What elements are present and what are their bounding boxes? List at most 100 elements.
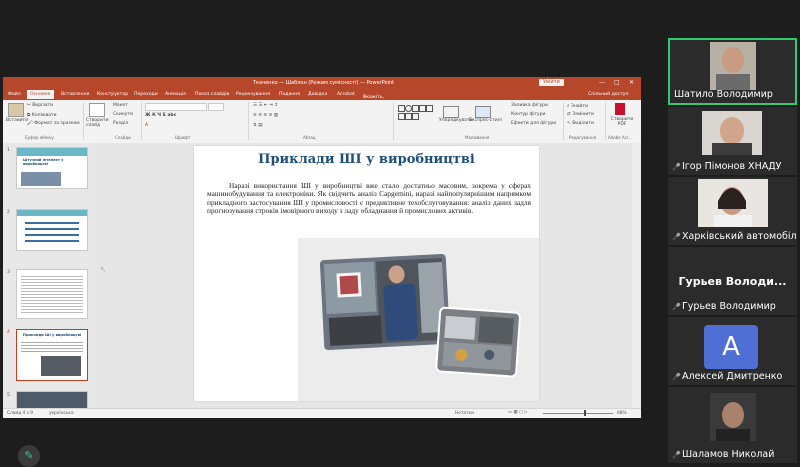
format-painter-button[interactable]: 🖌 Формат за зразком — [27, 121, 80, 126]
shape-oval-icon[interactable] — [405, 105, 412, 112]
tab-acrobat[interactable]: Acrobat — [337, 92, 355, 97]
format-painter-label: Формат за зразком — [34, 121, 80, 126]
group-slides: Слайди — [115, 135, 131, 140]
maximize-icon[interactable]: □ — [614, 79, 620, 86]
font-color-button[interactable]: A — [145, 123, 148, 128]
participant-video — [702, 111, 762, 155]
participant-tile-2[interactable]: 🎤Ігор Пімонов ХНАДУ — [668, 107, 797, 175]
reset-button[interactable]: Скинути — [113, 112, 133, 117]
text-direction-icon[interactable]: ⇅ ▤ — [253, 123, 262, 128]
thumb-line — [25, 240, 79, 242]
shape-brace-icon[interactable] — [412, 113, 419, 120]
new-slide-button[interactable]: Створити слайд — [86, 118, 109, 128]
shape-star-icon[interactable] — [398, 113, 405, 120]
layout-button[interactable]: Макет — [113, 103, 128, 108]
font-name-box[interactable] — [145, 103, 207, 111]
shape-callout-icon[interactable] — [405, 113, 412, 120]
participant-tile-4[interactable]: Гурьев Володи... 🎤Гурьев Володимир — [668, 247, 797, 315]
paste-button[interactable]: Вставити — [6, 118, 28, 123]
slide-body-text[interactable]: Наразі використання ШІ у виробництві вже… — [207, 181, 531, 215]
tab-slideshow[interactable]: Показ слайдів — [195, 92, 229, 97]
participant-name: Гурьев Володимир — [682, 301, 776, 312]
tab-view[interactable]: Подання — [279, 92, 300, 97]
sign-in-button[interactable]: Увійти — [539, 79, 564, 86]
shape-arrow-icon[interactable] — [419, 105, 426, 112]
align-icon[interactable]: ≡ ≡ ≡ ≡ ▥ — [253, 113, 278, 118]
close-icon[interactable]: ✕ — [629, 79, 634, 86]
thumb-banner — [17, 148, 87, 156]
tab-transitions[interactable]: Переходи — [134, 92, 158, 97]
shape-rect-icon[interactable] — [398, 105, 405, 112]
thumb-text-block — [21, 274, 83, 314]
participant-tile-3[interactable]: 🎤Харківський автомобіл... — [668, 177, 797, 245]
group-editing: Редагування — [569, 135, 597, 140]
pdf-icon[interactable] — [615, 103, 625, 115]
minimize-icon[interactable]: — — [599, 79, 605, 86]
participant-tile-1[interactable]: Шатило Володимир — [668, 38, 797, 105]
cut-button[interactable]: ✂ Вирізати — [27, 103, 53, 108]
participant-tile-6[interactable]: 🎤Шаламов Николай — [668, 387, 797, 463]
replace-button[interactable]: ⇄ Замінити — [567, 112, 594, 117]
shape-triangle-icon[interactable] — [412, 105, 419, 112]
select-button[interactable]: ↖ Виділити — [567, 121, 594, 126]
thumb-title: Приклади ШІ у виробництві — [22, 333, 82, 337]
zoom-level[interactable]: 68% — [617, 411, 627, 416]
shape-line-icon[interactable] — [426, 105, 433, 112]
zoom-slider[interactable] — [543, 413, 613, 414]
create-pdf-button[interactable]: Створити PDF — [609, 117, 635, 127]
arrange-button[interactable]: Упорядкувати — [439, 118, 472, 123]
view-buttons[interactable]: ▭ ▦ ▢ ▷ — [508, 410, 528, 415]
participant-tile-5[interactable]: A 🎤Алексей Дмитренко — [668, 317, 797, 385]
slide-thumbnail-4[interactable]: Приклади ШІ у виробництві — [16, 329, 88, 381]
tab-review[interactable]: Рецензування — [236, 92, 270, 97]
slide-thumbnail-3[interactable] — [16, 269, 88, 319]
tab-design[interactable]: Конструктор — [97, 92, 128, 97]
vertical-scrollbar[interactable] — [632, 143, 641, 408]
tab-file[interactable]: Файл — [8, 92, 21, 97]
find-button[interactable]: ⌕ Знайти — [567, 103, 588, 109]
current-slide[interactable]: Приклади ШІ у виробництві Наразі викорис… — [194, 146, 539, 401]
slide-thumbnail-5[interactable] — [16, 391, 88, 409]
participant-name: Алексей Дмитренко — [682, 371, 783, 382]
title-bar: Ткаченко — Шаблон (Режим сумісності) — P… — [3, 77, 641, 89]
section-button[interactable]: Розділ — [113, 121, 128, 126]
bullets-icon[interactable]: ☰ ☰ ⇤ ⇥ ↕ — [253, 103, 278, 108]
new-slide-icon[interactable] — [89, 103, 105, 117]
annotate-pencil-icon[interactable]: ✎ — [18, 445, 40, 467]
quick-styles-icon[interactable] — [475, 106, 491, 118]
group-clipboard: Буфер обміну — [25, 135, 54, 140]
thumb-text-block — [21, 340, 83, 352]
font-style-buttons[interactable]: Ж К Ч S abc — [145, 113, 176, 118]
paste-icon[interactable] — [8, 103, 24, 117]
thumb-line — [25, 228, 79, 230]
thumb-banner — [17, 210, 87, 216]
shape-outline-button[interactable]: Контур фігури — [511, 112, 545, 117]
participant-video — [710, 393, 756, 441]
participant-display-name: Гурьев Володи... — [678, 275, 787, 288]
participant-name: Ігор Пімонов ХНАДУ — [682, 161, 782, 172]
share-button[interactable]: Спільний доступ — [588, 92, 628, 97]
shape-effects-button[interactable]: Ефекти для фігури — [511, 121, 556, 126]
tab-animations[interactable]: Анімація — [165, 92, 186, 97]
participant-name-row: 🎤Шаламов Николай — [672, 449, 774, 460]
thumb-image — [41, 356, 81, 376]
tab-help[interactable]: Довідка — [308, 92, 327, 97]
copy-button[interactable]: ⧉ Копіювати — [27, 112, 57, 118]
font-size-box[interactable] — [208, 103, 224, 111]
zoom-slider-thumb[interactable] — [584, 410, 586, 416]
factory-engineer-photo[interactable] — [320, 253, 450, 351]
slide-thumbnail-1[interactable]: Штучний інтелект у виробництві — [16, 147, 88, 189]
arrange-icon[interactable] — [443, 106, 459, 118]
tab-home[interactable]: Основне — [27, 90, 54, 99]
shape-fill-button[interactable]: Заливка фігури — [511, 103, 548, 108]
thumb-number: 4 — [7, 330, 10, 335]
notes-button[interactable]: Нотатки — [455, 411, 474, 416]
quick-styles-button[interactable]: Експрес-стилі — [469, 118, 502, 123]
tab-insert[interactable]: Вставлення — [61, 92, 89, 97]
language-status[interactable]: українська — [49, 411, 74, 416]
slide-thumbnail-2[interactable] — [16, 209, 88, 251]
participant-video — [698, 179, 768, 227]
production-line-photo[interactable] — [432, 304, 522, 384]
slide-title[interactable]: Приклади ШІ у виробництві — [194, 152, 539, 167]
status-bar: Слайд 4 з 9 українська Нотатки ▭ ▦ ▢ ▷ 6… — [3, 408, 641, 418]
